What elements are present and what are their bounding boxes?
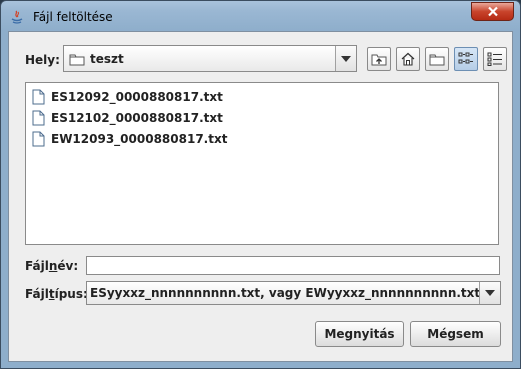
list-item[interactable]: ES12092_0000880817.txt (32, 88, 223, 106)
java-app-icon (9, 9, 25, 25)
filename-input[interactable] (86, 256, 500, 275)
list-view-icon (458, 52, 473, 64)
dialog-content: Hely: teszt ES12092_0000880817.txt ES121… (8, 31, 513, 362)
cancel-button[interactable]: Mégsem (410, 321, 501, 347)
file-chooser-window: Fájl feltöltése Hely: teszt ES12092_0000… (0, 0, 521, 369)
location-dropdown-arrow[interactable] (335, 46, 356, 71)
filetype-dropdown-arrow[interactable] (479, 282, 500, 304)
close-button[interactable] (471, 2, 514, 21)
new-folder-button[interactable] (425, 47, 449, 71)
list-item[interactable]: EW12093_0000880817.txt (32, 130, 227, 148)
file-icon (32, 89, 45, 105)
title-bar[interactable]: Fájl feltöltése (1, 1, 520, 31)
filename-label: Fájlnév: (25, 259, 79, 273)
file-name: EW12093_0000880817.txt (51, 132, 228, 146)
location-value: teszt (90, 52, 124, 66)
location-combo[interactable]: teszt (63, 45, 357, 72)
details-view-button[interactable] (483, 47, 507, 71)
list-item[interactable]: ES12102_0000880817.txt (32, 109, 223, 127)
file-name: ES12102_0000880817.txt (51, 111, 223, 125)
file-name: ES12092_0000880817.txt (51, 90, 223, 104)
home-button[interactable] (396, 47, 420, 71)
up-folder-icon (371, 54, 387, 66)
new-folder-icon (429, 54, 445, 66)
open-button[interactable]: Megnyitás (315, 321, 404, 347)
folder-icon (69, 52, 85, 69)
chevron-down-icon (485, 290, 495, 296)
location-label: Hely: (25, 53, 60, 67)
chevron-down-icon (341, 55, 351, 62)
details-view-icon (487, 52, 502, 66)
list-view-button[interactable] (454, 47, 478, 71)
home-icon (401, 52, 415, 66)
close-icon (487, 6, 498, 17)
window-title: Fájl feltöltése (33, 10, 113, 24)
up-folder-button[interactable] (367, 47, 391, 71)
filetype-label: Fájltípus: (25, 287, 88, 301)
file-icon (32, 110, 45, 126)
filetype-combo[interactable]: ESyyxxz_nnnnnnnnnn.txt, vagy EWyyxxz_nnn… (86, 281, 501, 305)
file-icon (32, 131, 45, 147)
filetype-value: ESyyxxz_nnnnnnnnnn.txt, vagy EWyyxxz_nnn… (90, 286, 481, 300)
file-list[interactable]: ES12092_0000880817.txt ES12102_000088081… (25, 82, 499, 245)
